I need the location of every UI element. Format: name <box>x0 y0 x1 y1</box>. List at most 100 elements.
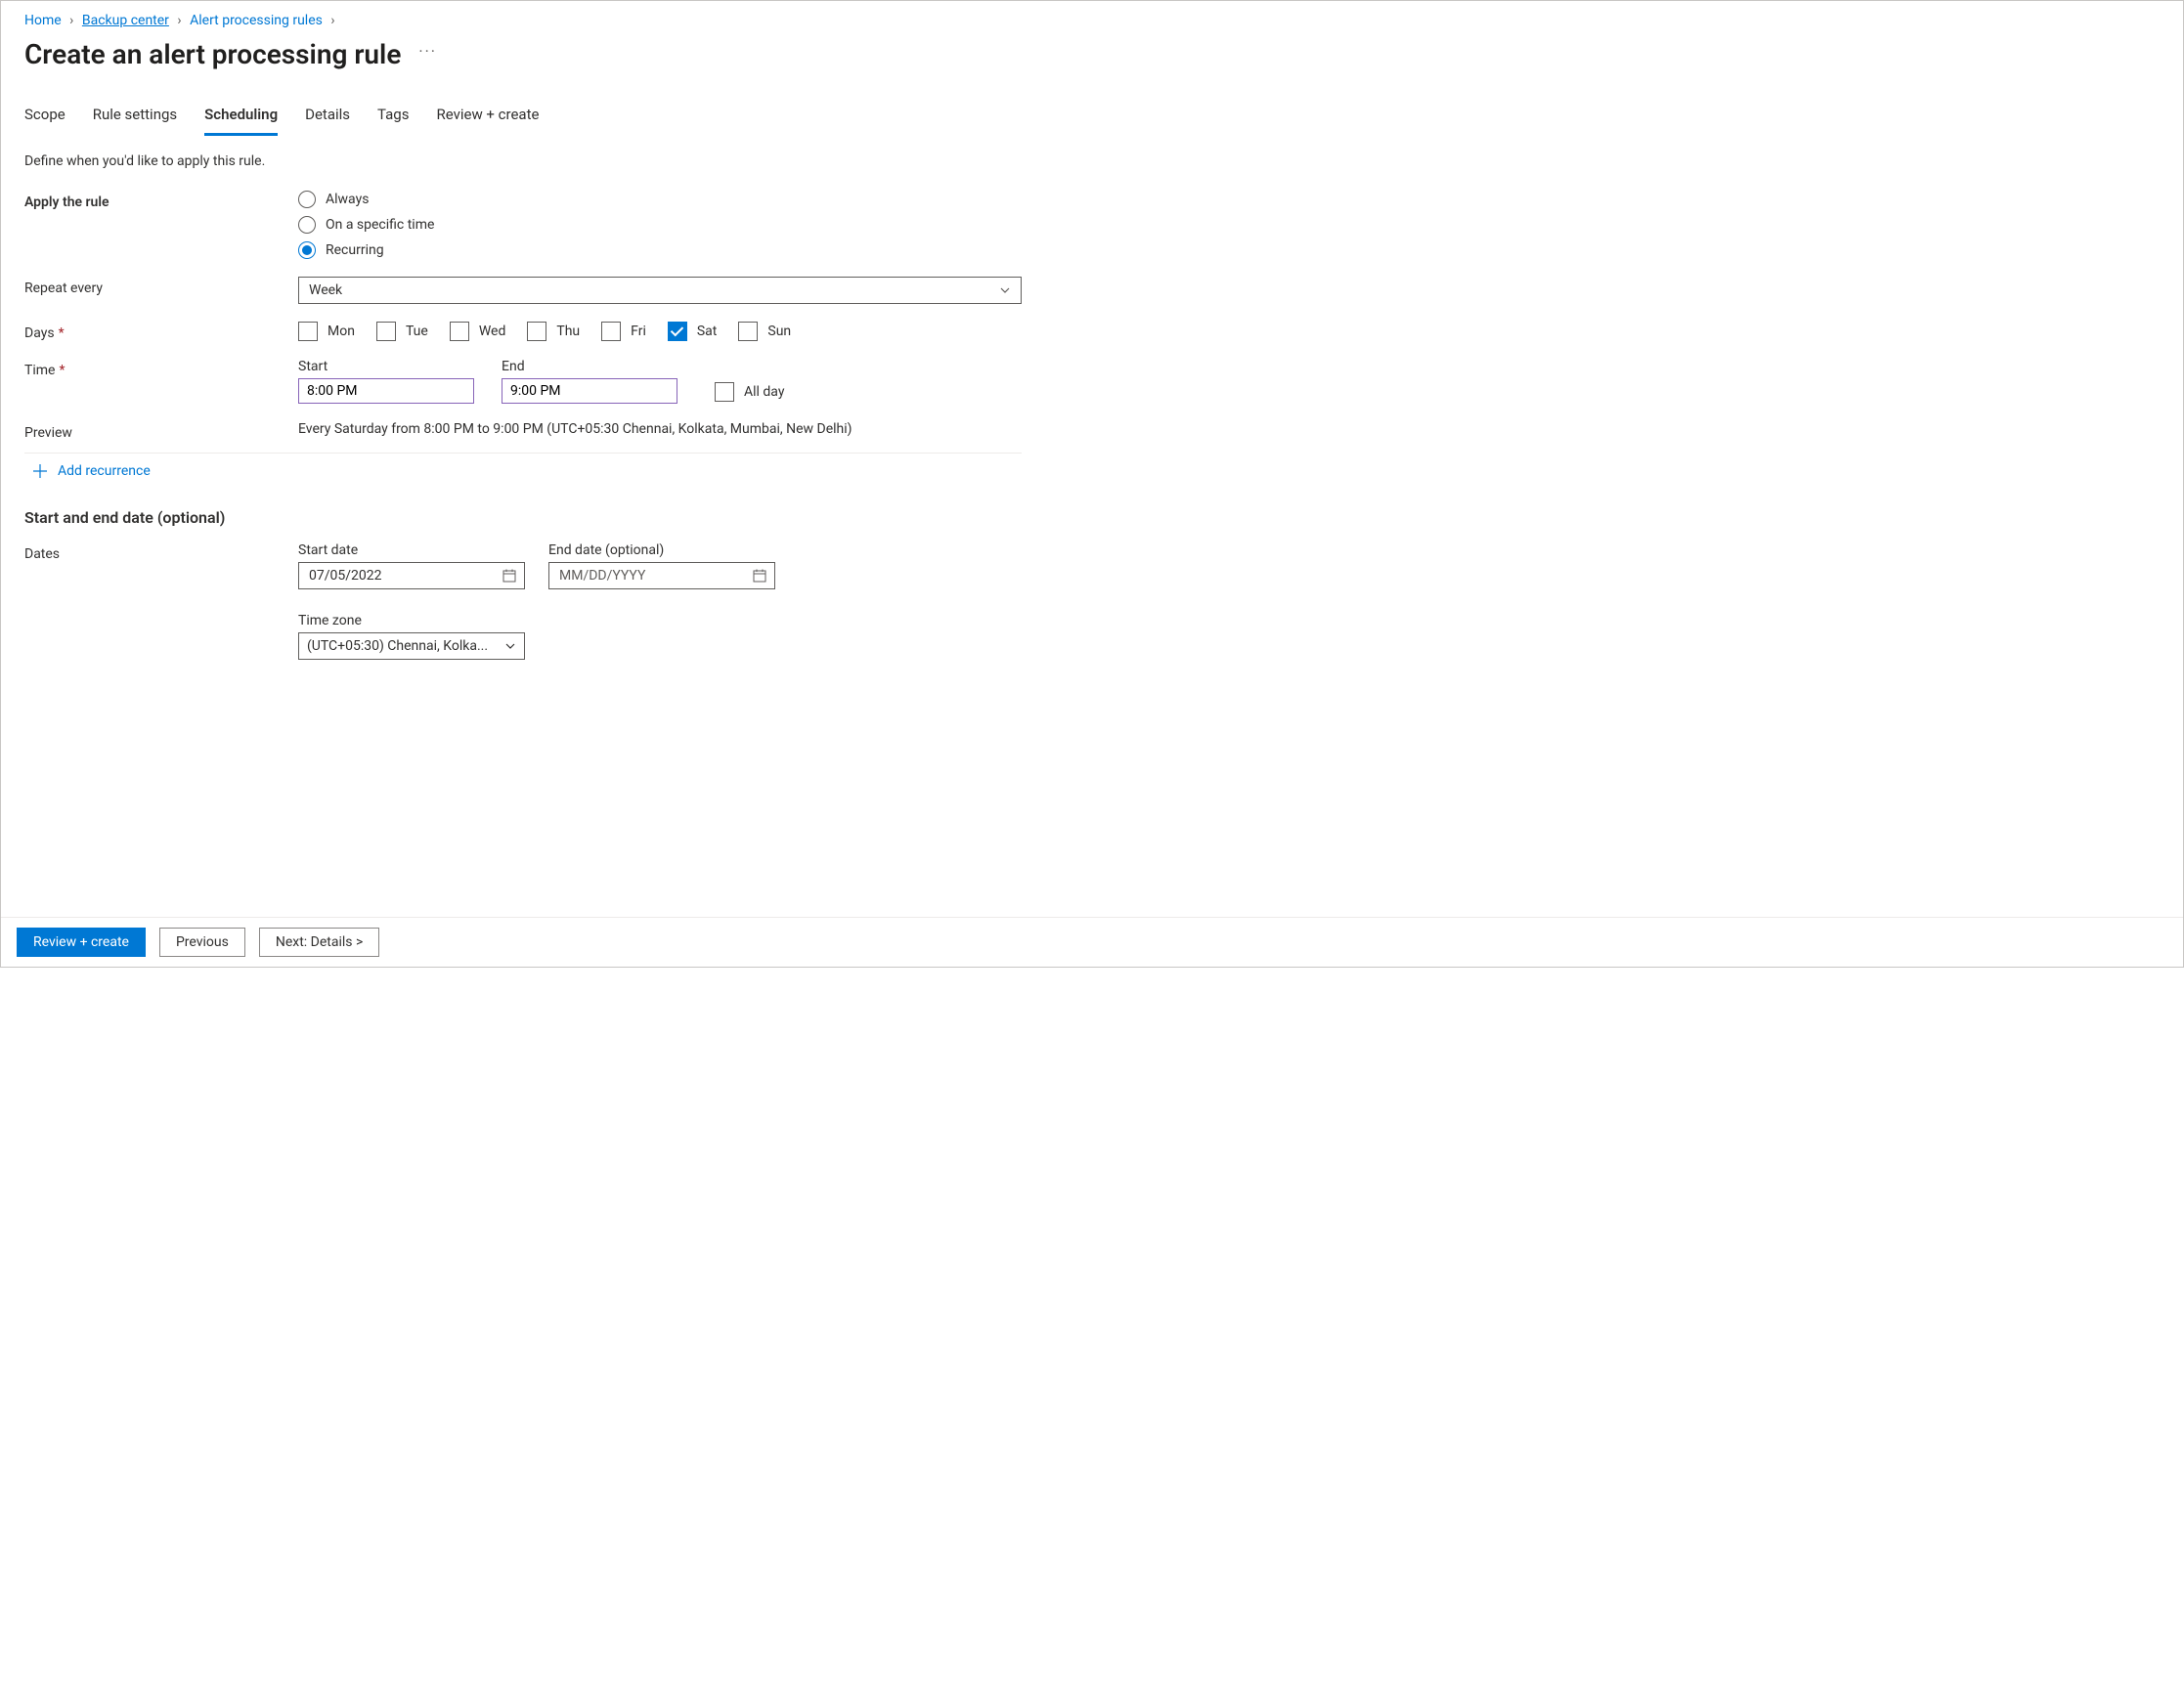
checkbox-thu[interactable]: Thu <box>527 322 580 341</box>
label-days: Days* <box>24 322 298 341</box>
label-time: Time* <box>24 359 298 378</box>
checkbox-icon <box>738 322 758 341</box>
preview-text: Every Saturday from 8:00 PM to 9:00 PM (… <box>298 421 1022 437</box>
tab-scope[interactable]: Scope <box>24 100 66 136</box>
checkbox-icon <box>298 322 318 341</box>
label-repeat-every: Repeat every <box>24 277 298 296</box>
label-end: End <box>502 359 677 374</box>
tab-tags[interactable]: Tags <box>377 100 409 136</box>
row-time: Time* Start End All day <box>24 359 2160 404</box>
checkbox-label: Wed <box>479 324 506 339</box>
breadcrumb-alert-rules[interactable]: Alert processing rules <box>190 13 323 28</box>
add-recurrence-label: Add recurrence <box>58 463 151 479</box>
select-repeat-every[interactable]: Week <box>298 277 1022 304</box>
checkbox-label: Mon <box>328 324 355 339</box>
input-start-time[interactable] <box>298 378 474 404</box>
checkbox-tue[interactable]: Tue <box>376 322 428 341</box>
divider <box>24 453 1022 454</box>
end-date-block: End date (optional) <box>548 542 775 589</box>
radio-label: Recurring <box>326 242 384 258</box>
footer-action-bar: Review + create Previous Next: Details > <box>1 917 2183 967</box>
page-container: Home › Backup center › Alert processing … <box>0 0 2184 968</box>
row-preview: Preview Every Saturday from 8:00 PM to 9… <box>24 421 2160 441</box>
input-start-date[interactable] <box>307 567 497 584</box>
radio-icon <box>298 191 316 208</box>
tab-bar: Scope Rule settings Scheduling Details T… <box>24 100 2160 136</box>
select-value: (UTC+05:30) Chennai, Kolka... <box>307 638 488 654</box>
checkbox-label: Sun <box>767 324 791 339</box>
plus-icon <box>32 463 48 479</box>
tab-scheduling[interactable]: Scheduling <box>204 100 278 136</box>
days-checkbox-row: Mon Tue Wed Thu Fri Sat Sun <box>298 322 1022 341</box>
label-apply-rule: Apply the rule <box>24 191 298 210</box>
title-row: Create an alert processing rule ··· <box>24 38 2160 70</box>
input-end-date-wrap[interactable] <box>548 562 775 589</box>
checkbox-wed[interactable]: Wed <box>450 322 506 341</box>
required-icon: * <box>59 363 65 378</box>
select-time-zone[interactable]: (UTC+05:30) Chennai, Kolka... <box>298 632 525 660</box>
chevron-right-icon: › <box>330 13 334 28</box>
checkbox-label: Fri <box>631 324 646 339</box>
label-end-date: End date (optional) <box>548 542 775 558</box>
time-end-block: End <box>502 359 677 404</box>
radio-icon <box>298 216 316 234</box>
row-days: Days* Mon Tue Wed Thu Fri Sat Sun <box>24 322 2160 341</box>
row-apply-rule: Apply the rule Always On a specific time… <box>24 191 2160 259</box>
add-recurrence-button[interactable]: Add recurrence <box>32 463 2160 479</box>
label-start: Start <box>298 359 474 374</box>
checkbox-mon[interactable]: Mon <box>298 322 355 341</box>
checkbox-label: Sat <box>697 324 718 339</box>
chevron-right-icon: › <box>69 13 73 28</box>
tab-review-create[interactable]: Review + create <box>436 100 539 136</box>
checkbox-label: Tue <box>406 324 428 339</box>
radio-icon <box>298 241 316 259</box>
checkbox-label: All day <box>744 384 784 400</box>
checkbox-all-day[interactable]: All day <box>715 382 784 402</box>
calendar-icon <box>502 569 516 583</box>
next-button[interactable]: Next: Details > <box>259 928 379 957</box>
tab-details[interactable]: Details <box>305 100 350 136</box>
checkbox-label: Thu <box>556 324 580 339</box>
start-date-block: Start date <box>298 542 525 589</box>
row-dates: Dates Start date End date (optional) <box>24 542 2160 660</box>
chevron-right-icon: › <box>177 13 181 28</box>
checkbox-icon <box>527 322 546 341</box>
radio-group-apply-rule: Always On a specific time Recurring <box>298 191 1022 259</box>
checkbox-icon <box>450 322 469 341</box>
heading-start-end-date: Start and end date (optional) <box>24 508 2160 527</box>
time-start-block: Start <box>298 359 474 404</box>
radio-recurring[interactable]: Recurring <box>298 241 1022 259</box>
checkbox-fri[interactable]: Fri <box>601 322 646 341</box>
radio-label: Always <box>326 192 369 207</box>
dates-controls: Start date End date (optional) <box>298 542 1022 660</box>
breadcrumb-home[interactable]: Home <box>24 13 62 28</box>
label-time-zone: Time zone <box>298 613 525 628</box>
previous-button[interactable]: Previous <box>159 928 245 957</box>
input-end-date[interactable] <box>557 567 747 584</box>
calendar-icon <box>753 569 766 583</box>
time-group: Start End All day <box>298 359 1022 404</box>
radio-specific-time[interactable]: On a specific time <box>298 216 1022 234</box>
radio-always[interactable]: Always <box>298 191 1022 208</box>
label-dates: Dates <box>24 542 298 562</box>
checkbox-icon <box>601 322 621 341</box>
more-actions-icon[interactable]: ··· <box>418 42 437 66</box>
label-start-date: Start date <box>298 542 525 558</box>
label-preview: Preview <box>24 421 298 441</box>
select-value: Week <box>309 282 342 298</box>
review-create-button[interactable]: Review + create <box>17 928 146 957</box>
section-description: Define when you'd like to apply this rul… <box>24 153 2160 169</box>
chevron-down-icon <box>999 284 1011 296</box>
breadcrumb: Home › Backup center › Alert processing … <box>24 11 2160 34</box>
checkbox-sat[interactable]: Sat <box>668 322 718 341</box>
tab-rule-settings[interactable]: Rule settings <box>93 100 177 136</box>
required-icon: * <box>59 325 65 341</box>
input-start-date-wrap[interactable] <box>298 562 525 589</box>
time-zone-block: Time zone (UTC+05:30) Chennai, Kolka... <box>298 613 525 660</box>
checkbox-icon <box>715 382 734 402</box>
breadcrumb-backup-center[interactable]: Backup center <box>82 13 169 28</box>
input-end-time[interactable] <box>502 378 677 404</box>
checkbox-sun[interactable]: Sun <box>738 322 791 341</box>
checkbox-icon <box>376 322 396 341</box>
chevron-down-icon <box>504 640 516 652</box>
